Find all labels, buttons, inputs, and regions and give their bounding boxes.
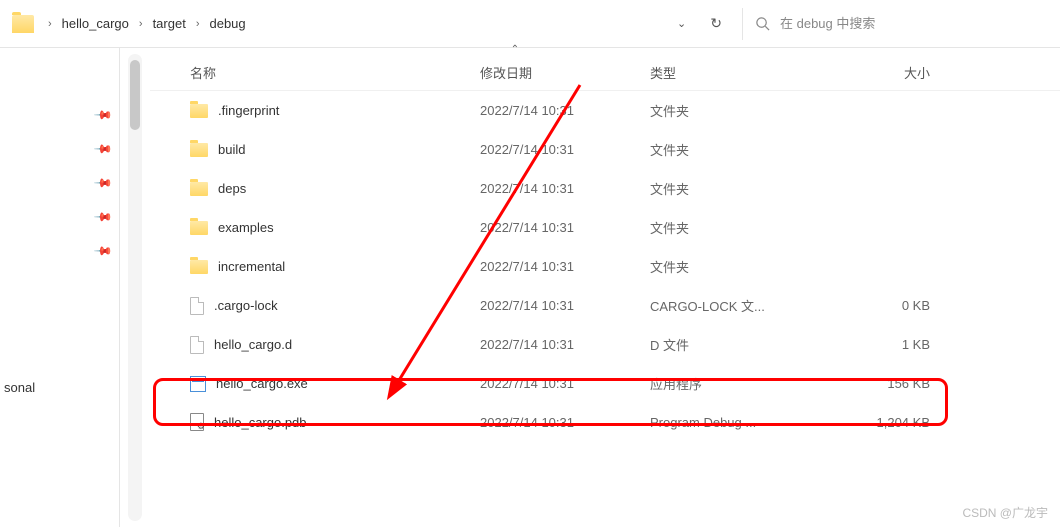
- file-name-cell: hello_cargo.exe: [190, 376, 480, 392]
- file-date: 2022/7/14 10:31: [480, 298, 650, 313]
- file-name-cell: .fingerprint: [190, 103, 480, 118]
- pin-icon[interactable]: 📌: [93, 105, 113, 125]
- file-row[interactable]: .cargo-lock 2022/7/14 10:31CARGO-LOCK 文..…: [150, 286, 1060, 325]
- file-date: 2022/7/14 10:31: [480, 142, 650, 157]
- folder-icon: [190, 143, 208, 157]
- chevron-right-icon[interactable]: ›: [190, 18, 206, 30]
- file-date: 2022/7/14 10:31: [480, 103, 650, 118]
- file-icon: [190, 297, 204, 315]
- file-name-cell: .cargo-lock: [190, 297, 480, 315]
- folder-icon: [190, 182, 208, 196]
- file-row[interactable]: deps 2022/7/14 10:31文件夹: [150, 169, 1060, 208]
- pin-icon[interactable]: 📌: [93, 207, 113, 227]
- file-size: 0 KB: [820, 298, 930, 313]
- sort-indicator-icon: ⌃: [150, 44, 880, 55]
- file-row[interactable]: build 2022/7/14 10:31文件夹: [150, 130, 1060, 169]
- file-date: 2022/7/14 10:31: [480, 259, 650, 274]
- column-name[interactable]: 名称: [190, 63, 480, 82]
- column-size[interactable]: 大小: [820, 63, 930, 82]
- file-date: 2022/7/14 10:31: [480, 220, 650, 235]
- folder-icon: [190, 221, 208, 235]
- file-type: CARGO-LOCK 文...: [650, 296, 820, 315]
- file-type: 文件夹: [650, 257, 820, 276]
- breadcrumb[interactable]: › hello_cargo › target › debug: [8, 12, 657, 35]
- file-name: hello_cargo.d: [214, 337, 292, 352]
- content: 📌 📌 📌 📌 📌 sonal ⌃ 名称 修改日期 类型 大小 .fingerp…: [0, 48, 1060, 527]
- scrollbar-track[interactable]: [128, 54, 142, 521]
- pdb-icon: [190, 413, 204, 431]
- file-type: 文件夹: [650, 101, 820, 120]
- file-date: 2022/7/14 10:31: [480, 181, 650, 196]
- file-size: 1,204 KB: [820, 415, 930, 430]
- file-date: 2022/7/14 10:31: [480, 376, 650, 391]
- sidebar: 📌 📌 📌 📌 📌: [0, 48, 120, 527]
- scrollbar-thumb[interactable]: [130, 60, 140, 130]
- file-name-cell: hello_cargo.pdb: [190, 413, 480, 431]
- crumb-1[interactable]: target: [151, 12, 188, 35]
- file-type: 文件夹: [650, 179, 820, 198]
- column-headers: 名称 修改日期 类型 大小: [150, 55, 1060, 91]
- file-list: ⌃ 名称 修改日期 类型 大小 .fingerprint2022/7/14 10…: [120, 48, 1060, 527]
- file-name: incremental: [218, 259, 285, 274]
- file-type: Program Debug ...: [650, 415, 820, 430]
- file-name: .fingerprint: [218, 103, 279, 118]
- file-size: 1 KB: [820, 337, 930, 352]
- file-row[interactable]: examples 2022/7/14 10:31文件夹: [150, 208, 1060, 247]
- pin-icon[interactable]: 📌: [93, 139, 113, 159]
- file-date: 2022/7/14 10:31: [480, 415, 650, 430]
- file-name-cell: incremental: [190, 259, 480, 274]
- folder-icon: [190, 104, 208, 118]
- sidebar-truncated-label: sonal: [4, 380, 35, 395]
- file-type: D 文件: [650, 335, 820, 354]
- file-name: hello_cargo.exe: [216, 376, 308, 391]
- file-name-cell: examples: [190, 220, 480, 235]
- file-size: 156 KB: [820, 376, 930, 391]
- file-row[interactable]: hello_cargo.exe 2022/7/14 10:31应用程序156 KB: [150, 364, 1060, 403]
- chevron-down-icon[interactable]: ⌄: [677, 17, 686, 30]
- nav-controls: ⌄ ↻: [661, 15, 738, 32]
- chevron-right-icon[interactable]: ›: [42, 18, 58, 30]
- folder-icon: [190, 260, 208, 274]
- file-name-cell: deps: [190, 181, 480, 196]
- file-name-cell: hello_cargo.d: [190, 336, 480, 354]
- search-box[interactable]: [742, 8, 1052, 40]
- file-type: 文件夹: [650, 218, 820, 237]
- pin-icon[interactable]: 📌: [93, 173, 113, 193]
- file-type: 应用程序: [650, 374, 820, 393]
- pin-icon[interactable]: 📌: [93, 241, 113, 261]
- crumb-2[interactable]: debug: [207, 12, 247, 35]
- refresh-icon[interactable]: ↻: [710, 15, 722, 32]
- column-date[interactable]: 修改日期: [480, 63, 650, 82]
- watermark: CSDN @广龙宇: [962, 504, 1048, 521]
- file-row[interactable]: hello_cargo.d 2022/7/14 10:31D 文件1 KB: [150, 325, 1060, 364]
- file-name: .cargo-lock: [214, 298, 278, 313]
- chevron-right-icon[interactable]: ›: [133, 18, 149, 30]
- file-row[interactable]: hello_cargo.pdb 2022/7/14 10:31Program De…: [150, 403, 1060, 441]
- exe-icon: [190, 376, 206, 392]
- file-row[interactable]: .fingerprint 2022/7/14 10:31文件夹: [150, 91, 1060, 130]
- crumb-0[interactable]: hello_cargo: [60, 12, 131, 35]
- file-name: build: [218, 142, 245, 157]
- file-name: examples: [218, 220, 274, 235]
- search-icon: [755, 16, 770, 31]
- file-date: 2022/7/14 10:31: [480, 337, 650, 352]
- file-name-cell: build: [190, 142, 480, 157]
- search-input[interactable]: [780, 16, 1040, 31]
- toolbar: › hello_cargo › target › debug ⌄ ↻: [0, 0, 1060, 48]
- file-type: 文件夹: [650, 140, 820, 159]
- file-name: hello_cargo.pdb: [214, 415, 307, 430]
- file-icon: [190, 336, 204, 354]
- folder-root-icon: [12, 15, 34, 33]
- file-name: deps: [218, 181, 246, 196]
- file-row[interactable]: incremental 2022/7/14 10:31文件夹: [150, 247, 1060, 286]
- column-type[interactable]: 类型: [650, 63, 820, 82]
